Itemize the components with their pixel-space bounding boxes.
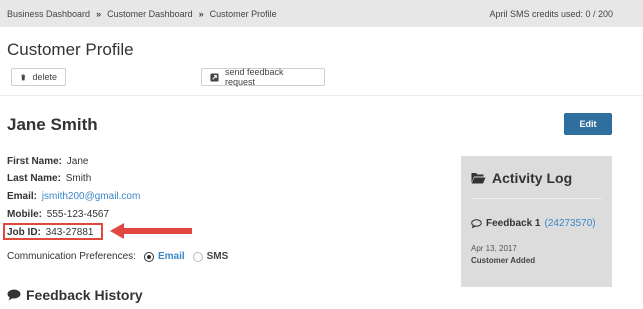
send-feedback-request-button[interactable]: send feedback request — [201, 67, 325, 87]
annotation-arrow-icon — [110, 223, 192, 239]
last-name-label: Last Name: — [7, 173, 61, 184]
delete-button[interactable]: delete — [11, 68, 66, 86]
external-link-icon — [210, 72, 219, 82]
edit-button[interactable]: Edit — [564, 113, 612, 135]
breadcrumb-business-dashboard[interactable]: Business Dashboard — [7, 9, 90, 19]
job-id-highlight-box — [3, 223, 103, 240]
send-feedback-label: send feedback request — [225, 67, 284, 87]
activity-log-heading: Activity Log — [471, 170, 572, 186]
divider — [0, 95, 643, 96]
email-field: Email: jsmith200@gmail.com — [7, 191, 140, 202]
first-name-field: First Name: Jane — [7, 156, 88, 167]
activity-status: Customer Added — [471, 256, 536, 265]
sms-credits-text: April SMS credits used: 0 / 200 — [489, 9, 613, 19]
activity-log-divider — [471, 198, 602, 199]
first-name-label: First Name: — [7, 156, 63, 167]
email-radio[interactable] — [143, 251, 154, 262]
communication-preferences-label: Communication Preferences: — [7, 251, 136, 262]
email-label: Email: — [7, 191, 38, 202]
feedback-entry-label: Feedback 1 — [486, 218, 541, 229]
mobile-value: 555-123-4567 — [46, 209, 110, 220]
customer-name: Jane Smith — [7, 115, 98, 134]
page-title: Customer Profile — [7, 40, 134, 59]
last-name-value: Smith — [65, 173, 92, 184]
feedback-history-heading: Feedback History — [7, 287, 143, 303]
top-bar: Business Dashboard » Customer Dashboard … — [0, 0, 643, 27]
communication-preferences: Communication Preferences: Email SMS — [7, 251, 228, 262]
feedback-entry-link[interactable]: (24273570) — [544, 218, 595, 229]
last-name-field: Last Name: Smith — [7, 173, 91, 184]
speech-bubble-icon — [7, 289, 21, 301]
mobile-field: Mobile: 555-123-4567 — [7, 209, 109, 220]
sms-radio[interactable] — [192, 251, 203, 262]
email-link[interactable]: jsmith200@gmail.com — [42, 191, 141, 202]
activity-date: Apr 13, 2017 — [471, 244, 517, 253]
activity-feedback-entry: Feedback 1 (24273570) — [471, 218, 596, 229]
mobile-label: Mobile: — [7, 209, 42, 220]
breadcrumb-separator: » — [198, 9, 204, 19]
first-name-value: Jane — [66, 156, 89, 167]
breadcrumb-customer-dashboard[interactable]: Customer Dashboard — [107, 9, 193, 19]
breadcrumb-customer-profile: Customer Profile — [209, 9, 277, 19]
breadcrumb: Business Dashboard » Customer Dashboard … — [7, 9, 277, 19]
sms-option-label[interactable]: SMS — [207, 251, 229, 262]
email-option-label[interactable]: Email — [158, 251, 185, 262]
trash-icon — [21, 73, 26, 80]
breadcrumb-separator: » — [96, 9, 102, 19]
delete-label: delete — [32, 72, 57, 82]
comment-icon — [471, 219, 482, 228]
folder-open-icon — [471, 173, 486, 184]
activity-log-panel: Activity Log Feedback 1 (24273570) Apr 1… — [461, 156, 612, 287]
activity-log-title: Activity Log — [492, 170, 573, 186]
feedback-history-title: Feedback History — [26, 287, 143, 303]
